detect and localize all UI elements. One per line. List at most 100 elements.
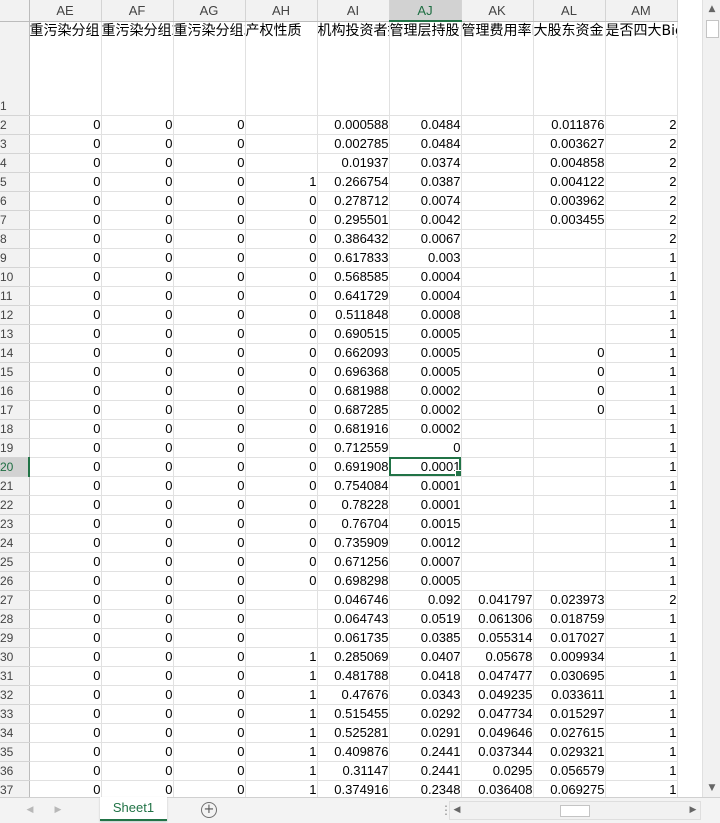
cell[interactable]: 0	[101, 476, 174, 496]
cell[interactable]: 1	[605, 780, 678, 797]
cell[interactable]: 0.092	[389, 590, 462, 610]
cell[interactable]	[533, 286, 606, 306]
cell[interactable]: 0.671256	[317, 552, 390, 572]
cell[interactable]: 0.0002	[389, 381, 462, 401]
cell[interactable]: 0	[173, 628, 246, 648]
cell[interactable]: 0.0005	[389, 571, 462, 591]
cell[interactable]: 0.003455	[533, 210, 606, 230]
cell[interactable]: 1	[605, 609, 678, 629]
cell[interactable]: 1	[605, 742, 678, 762]
row-header[interactable]: 8	[0, 229, 30, 249]
cell[interactable]: 1	[605, 324, 678, 344]
cell[interactable]	[461, 533, 534, 553]
cell[interactable]: 0	[173, 210, 246, 230]
cell[interactable]: 0	[173, 134, 246, 154]
cell[interactable]: 0.0484	[389, 134, 462, 154]
cell[interactable]: 0.027615	[533, 723, 606, 743]
cell[interactable]: 0.0407	[389, 647, 462, 667]
cell[interactable]	[533, 305, 606, 325]
row-header[interactable]: 19	[0, 438, 30, 458]
cell[interactable]: 0	[101, 704, 174, 724]
horizontal-scrollbar[interactable]: ◀ ▶	[449, 801, 701, 820]
cell[interactable]: 0.030695	[533, 666, 606, 686]
cell[interactable]	[461, 267, 534, 287]
cell[interactable]: 0.0295	[461, 761, 534, 781]
cell[interactable]: 0.037344	[461, 742, 534, 762]
cell[interactable]: 0.047734	[461, 704, 534, 724]
row-header[interactable]: 4	[0, 153, 30, 173]
cell[interactable]: 0.0005	[389, 343, 462, 363]
cell[interactable]: 0	[533, 362, 606, 382]
header-cell[interactable]: 重污染分组2	[101, 21, 174, 116]
cell[interactable]: 0.696368	[317, 362, 390, 382]
cell[interactable]: 0	[101, 229, 174, 249]
cell[interactable]: 0	[245, 381, 318, 401]
selected-cell[interactable]: 0.0001	[389, 457, 462, 477]
header-cell[interactable]: 重污染分组1	[29, 21, 102, 116]
cell[interactable]: 0	[101, 267, 174, 287]
cell[interactable]: 2	[605, 590, 678, 610]
cell[interactable]: 0	[101, 495, 174, 515]
cell[interactable]	[533, 514, 606, 534]
cell[interactable]: 1	[605, 704, 678, 724]
cell[interactable]: 1	[605, 552, 678, 572]
column-header-ag[interactable]: AG	[173, 0, 246, 22]
cell[interactable]: 0	[101, 438, 174, 458]
cell[interactable]: 0.617833	[317, 248, 390, 268]
cell[interactable]: 0	[101, 723, 174, 743]
cell[interactable]: 0	[29, 153, 102, 173]
cell[interactable]: 0	[101, 381, 174, 401]
cell[interactable]: 0	[245, 571, 318, 591]
cell[interactable]: 1	[245, 666, 318, 686]
cell[interactable]	[533, 267, 606, 287]
cell[interactable]: 1	[605, 305, 678, 325]
row-header[interactable]: 13	[0, 324, 30, 344]
cell[interactable]	[461, 495, 534, 515]
cell[interactable]: 0	[173, 552, 246, 572]
add-sheet-icon[interactable]: +	[201, 802, 217, 818]
cell[interactable]: 0	[29, 134, 102, 154]
cell[interactable]: 0.05678	[461, 647, 534, 667]
cell[interactable]: 0	[29, 115, 102, 135]
row-header[interactable]: 20	[0, 457, 30, 477]
cell[interactable]	[461, 476, 534, 496]
row-header[interactable]: 33	[0, 704, 30, 724]
cell[interactable]: 0.0484	[389, 115, 462, 135]
cell[interactable]: 1	[605, 495, 678, 515]
cell[interactable]: 1	[245, 742, 318, 762]
cell[interactable]: 0	[101, 533, 174, 553]
cell[interactable]	[533, 229, 606, 249]
cell[interactable]: 0	[29, 571, 102, 591]
cell[interactable]: 0	[173, 419, 246, 439]
cell[interactable]: 1	[605, 248, 678, 268]
cell[interactable]: 1	[605, 685, 678, 705]
cell[interactable]: 0	[29, 457, 102, 477]
cell[interactable]: 0.78228	[317, 495, 390, 515]
cell[interactable]: 0	[101, 286, 174, 306]
row-header[interactable]: 16	[0, 381, 30, 401]
cell[interactable]: 0	[29, 723, 102, 743]
cell[interactable]	[461, 191, 534, 211]
cell[interactable]: 0	[245, 229, 318, 249]
cell[interactable]: 1	[245, 761, 318, 781]
cell[interactable]	[245, 590, 318, 610]
tab-next-icon[interactable]: ▶	[50, 798, 66, 823]
cell[interactable]: 0.662093	[317, 343, 390, 363]
cell[interactable]: 0	[173, 172, 246, 192]
cell[interactable]: 0.0007	[389, 552, 462, 572]
cell[interactable]: 0	[173, 609, 246, 629]
cell[interactable]: 0	[173, 761, 246, 781]
cell[interactable]: 0	[29, 419, 102, 439]
column-header-aj[interactable]: AJ	[389, 0, 462, 22]
cell[interactable]	[533, 419, 606, 439]
cell[interactable]: 0.712559	[317, 438, 390, 458]
cell[interactable]: 0	[101, 419, 174, 439]
cell[interactable]: 0.061735	[317, 628, 390, 648]
cell[interactable]: 0	[173, 153, 246, 173]
cell[interactable]: 0	[533, 343, 606, 363]
cell[interactable]: 0.0067	[389, 229, 462, 249]
cell[interactable]	[245, 153, 318, 173]
cell[interactable]: 1	[245, 704, 318, 724]
cell[interactable]: 0.481788	[317, 666, 390, 686]
cell[interactable]: 0	[101, 305, 174, 325]
